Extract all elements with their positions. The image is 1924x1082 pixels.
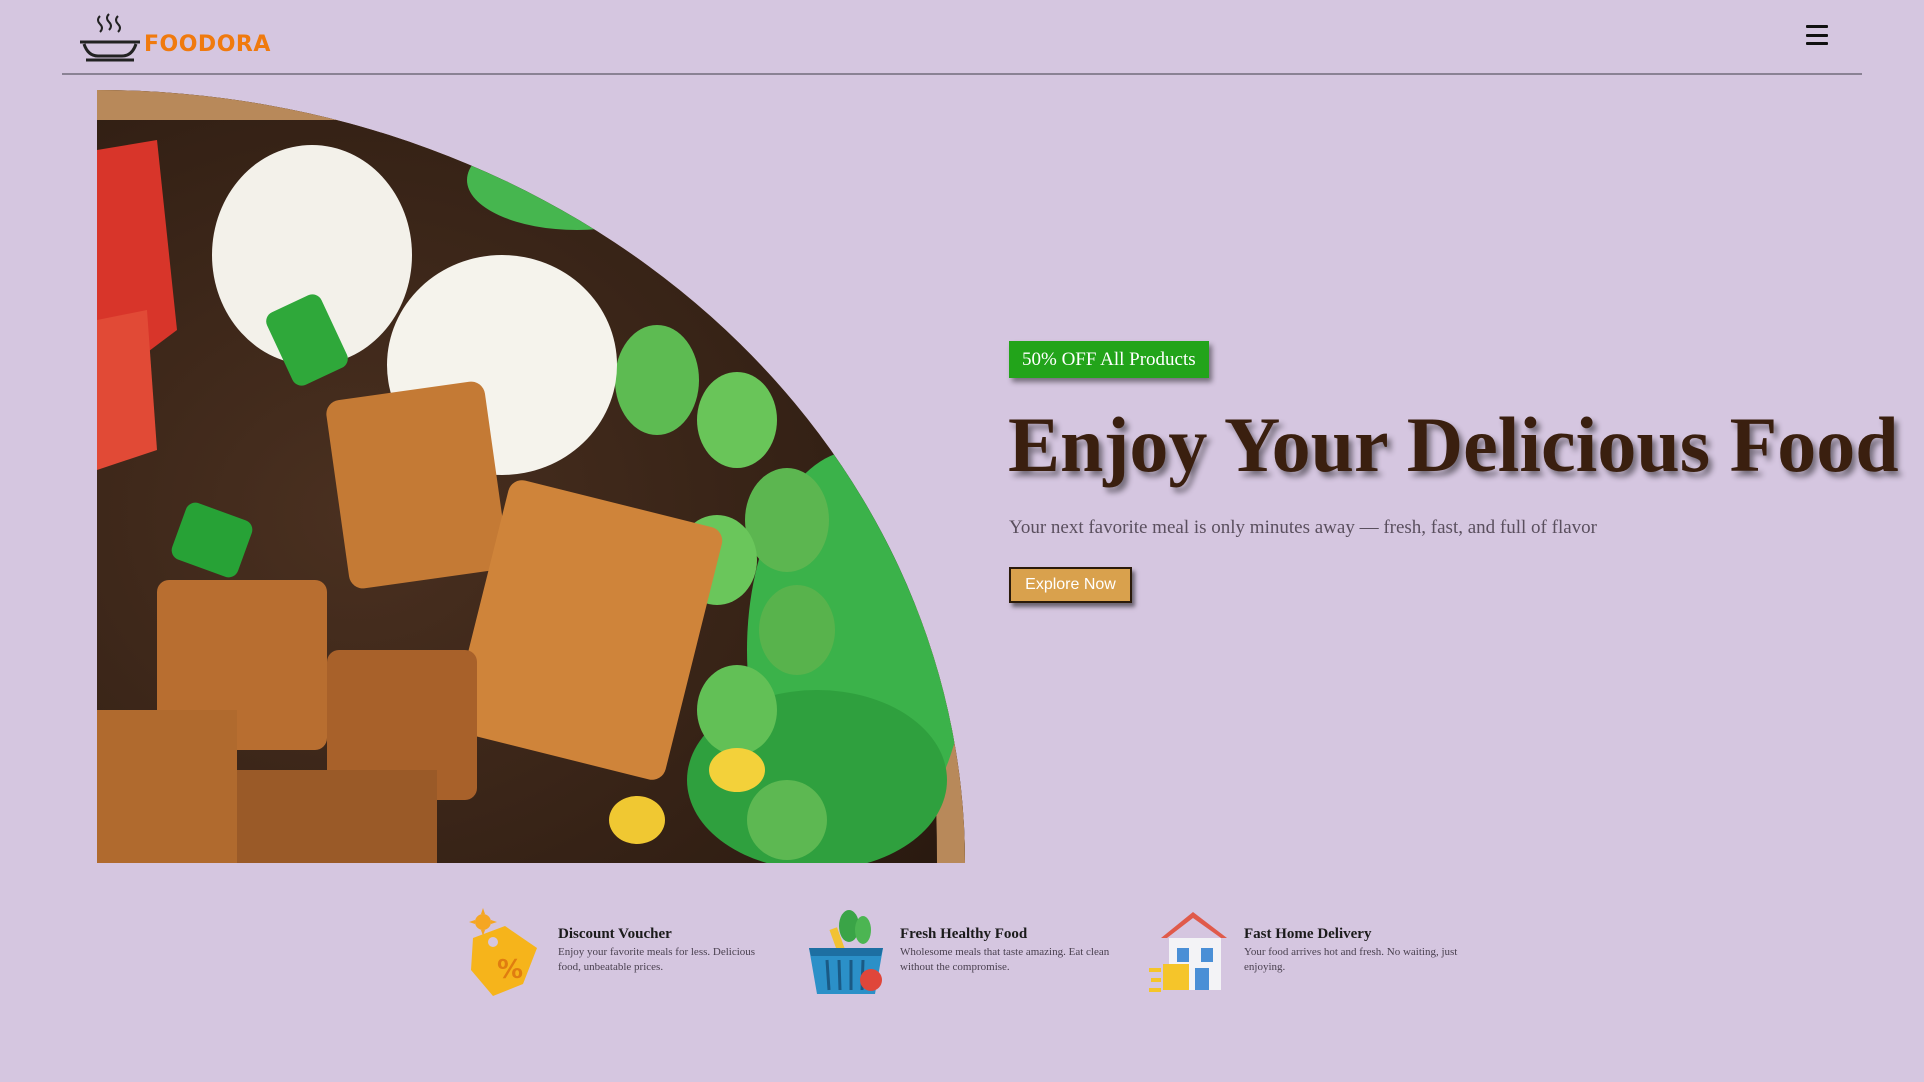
feature-title: Fast Home Delivery — [1244, 926, 1372, 942]
steaming-pot-icon — [80, 13, 140, 62]
feature-fast-home-delivery: Fast Home Delivery Your food arrives hot… — [1149, 908, 1464, 996]
explore-now-button[interactable]: Explore Now — [1009, 567, 1132, 603]
feature-fresh-healthy-food: Fresh Healthy Food Wholesome meals that … — [805, 908, 1120, 996]
features-row: % Discount Voucher Enjoy your favorite m… — [463, 908, 1463, 1003]
hero-subtitle: Your next favorite meal is only minutes … — [1009, 517, 1597, 538]
delivery-house-icon — [1149, 912, 1227, 992]
hamburger-menu-icon[interactable] — [1806, 25, 1828, 45]
hero-title: Enjoy Your Delicious Food — [1008, 401, 1899, 488]
feature-discount-voucher: % Discount Voucher Enjoy your favorite m… — [463, 908, 778, 996]
landing-page: FOODORA 50% OFF All Products Enjoy Your … — [0, 0, 1924, 1082]
svg-text:%: % — [497, 955, 523, 985]
promo-badge: 50% OFF All Products — [1009, 341, 1209, 378]
feature-description: Wholesome meals that taste amazing. Eat … — [900, 946, 1110, 973]
site-header: FOODORA — [62, 0, 1862, 75]
brand-logo[interactable]: FOODORA — [78, 12, 271, 62]
feature-description: Enjoy your favorite meals for less. Deli… — [558, 946, 756, 973]
feature-description: Your food arrives hot and fresh. No wait… — [1244, 946, 1458, 973]
grocery-basket-icon — [809, 910, 883, 994]
feature-title: Fresh Healthy Food — [900, 926, 1028, 942]
feature-title: Discount Voucher — [558, 926, 672, 942]
discount-tag-icon: % — [469, 908, 537, 996]
salad-bowl-photo — [97, 90, 965, 863]
brand-name: FOODORA — [144, 32, 271, 57]
